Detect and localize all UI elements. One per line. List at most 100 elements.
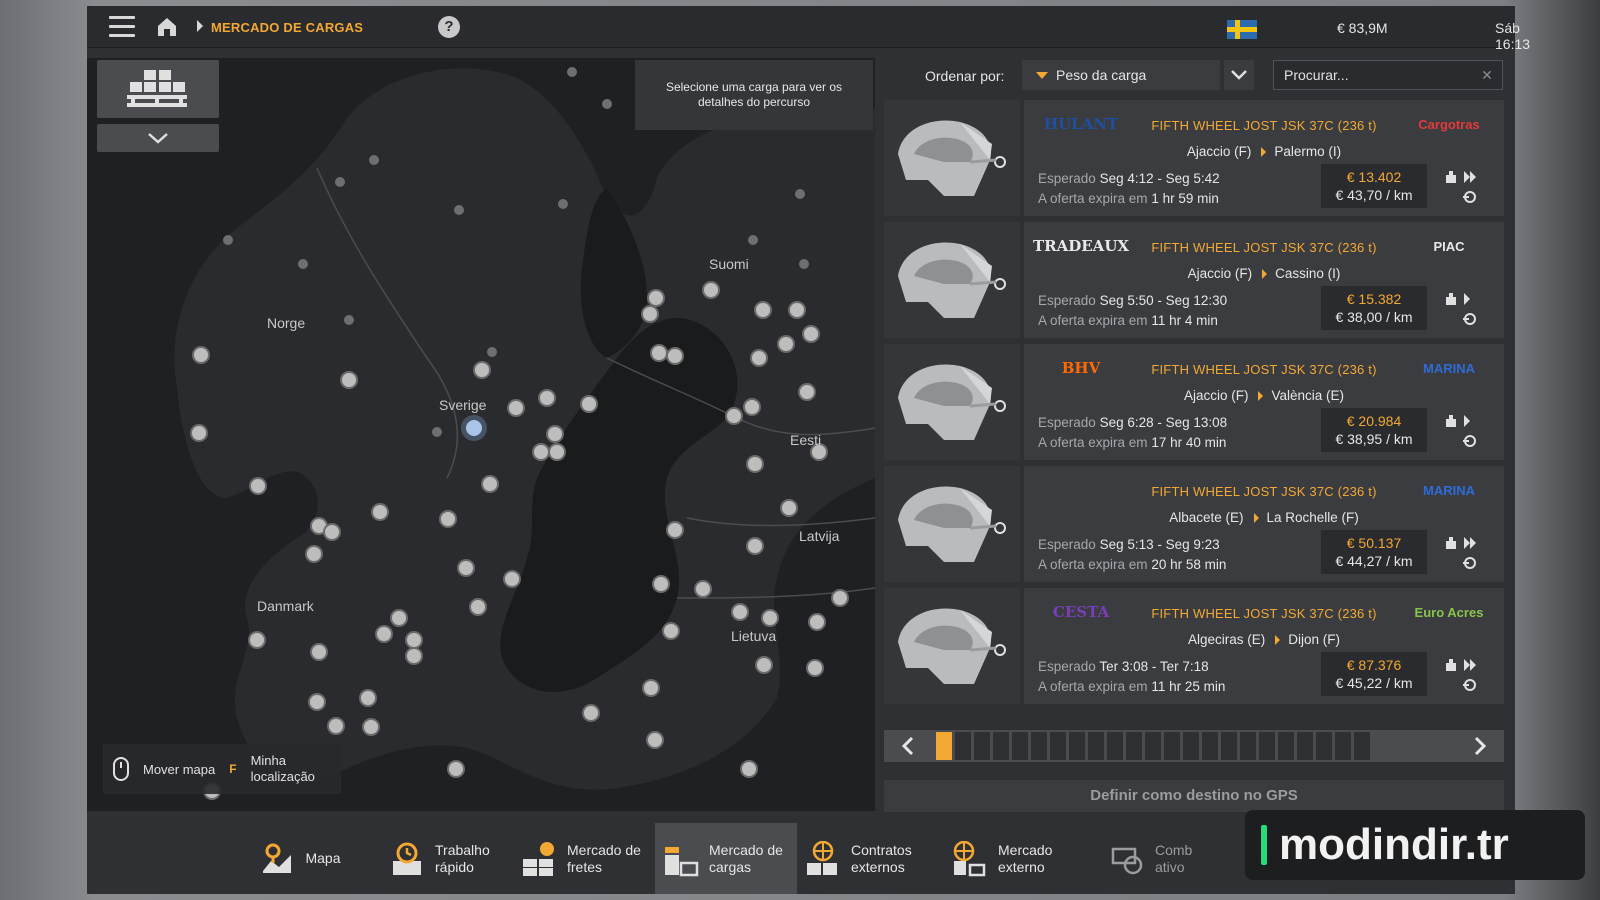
watermark: modindir.tr bbox=[1245, 810, 1585, 880]
expire-value: 20 hr 58 min bbox=[1151, 557, 1227, 572]
expire-label: A oferta expira em bbox=[1038, 557, 1148, 572]
nav-external-market[interactable]: Mercado externo bbox=[939, 823, 1081, 894]
cargo-name: FIFTH WHEEL JOST JSK 37C (236 t) bbox=[1151, 484, 1377, 499]
urgency-arrow-icon bbox=[1464, 293, 1470, 305]
sort-dropdown-button[interactable] bbox=[1224, 60, 1254, 90]
price-per-km: € 43,70 / km bbox=[1335, 187, 1413, 203]
job-row[interactable]: TRADEAUX PIAC FIFTH WHEEL JOST JSK 37C (… bbox=[884, 222, 1504, 338]
urgency-arrow-icon bbox=[1464, 537, 1476, 549]
sort-select[interactable]: Peso da carga bbox=[1022, 60, 1220, 90]
freight-market-icon bbox=[523, 841, 554, 876]
map-canvas[interactable] bbox=[87, 58, 875, 811]
money-balance: € 83,9M bbox=[1337, 20, 1388, 36]
route: Ajaccio (F) Cassino (I) bbox=[1024, 266, 1504, 281]
menu-icon[interactable] bbox=[109, 16, 135, 38]
route-from: Ajaccio (F) bbox=[1187, 266, 1253, 281]
route: Albacete (E) La Rochelle (F) bbox=[1024, 510, 1504, 525]
page-indicator[interactable] bbox=[1278, 732, 1294, 760]
page-indicator[interactable] bbox=[1221, 732, 1237, 760]
help-button[interactable]: ? bbox=[438, 16, 460, 38]
chevron-down-icon bbox=[1231, 70, 1247, 80]
page-indicator[interactable] bbox=[955, 732, 971, 760]
page-indicator[interactable] bbox=[1316, 732, 1332, 760]
nav-label: Contratos externos bbox=[851, 841, 912, 875]
page-indicator[interactable] bbox=[1145, 732, 1161, 760]
map-hint-bar: Mover mapa F Minha localização bbox=[103, 744, 341, 794]
nav-cargo-market[interactable]: Mercado de cargas bbox=[655, 823, 797, 894]
breadcrumb-separator-icon bbox=[197, 20, 203, 32]
external-market-icon bbox=[953, 840, 986, 876]
page-indicator[interactable] bbox=[1164, 732, 1180, 760]
fifth-wheel-icon bbox=[898, 242, 1006, 318]
route-to: Cassino (I) bbox=[1275, 266, 1341, 281]
search-input[interactable] bbox=[1273, 60, 1503, 90]
route-to: Dijon (F) bbox=[1288, 632, 1341, 647]
set-gps-destination-button[interactable]: Definir como destino no GPS bbox=[884, 780, 1504, 812]
page-indicator[interactable] bbox=[1126, 732, 1142, 760]
country-label: Latvija bbox=[799, 528, 840, 544]
job-row[interactable]: MARINA FIFTH WHEEL JOST JSK 37C (236 t) … bbox=[884, 466, 1504, 582]
page-indicator[interactable] bbox=[993, 732, 1009, 760]
page-indicator[interactable] bbox=[1107, 732, 1123, 760]
job-row[interactable]: CESTA Euro Acres FIFTH WHEEL JOST JSK 37… bbox=[884, 588, 1504, 704]
map-layer-button[interactable] bbox=[97, 60, 219, 118]
nav-map[interactable]: Mapa bbox=[229, 823, 371, 894]
page-indicator[interactable] bbox=[1012, 732, 1028, 760]
hint-key: F bbox=[229, 762, 237, 776]
page-indicator[interactable] bbox=[1259, 732, 1275, 760]
map-icon bbox=[263, 843, 292, 873]
expected-value: Seg 4:12 - Seg 5:42 bbox=[1099, 171, 1220, 186]
page-indicator[interactable] bbox=[1202, 732, 1218, 760]
offer-expiry: A oferta expira em 17 hr 40 min bbox=[1038, 435, 1226, 450]
cargo-thumbnail bbox=[884, 466, 1020, 582]
nav-quick-job[interactable]: Trabalho rápido bbox=[371, 823, 513, 894]
expected-time: Esperado Seg 5:50 - Seg 12:30 bbox=[1038, 293, 1227, 308]
price-box: € 87.376 € 45,22 / km bbox=[1321, 652, 1427, 696]
price-box: € 13.402 € 43,70 / km bbox=[1321, 164, 1427, 208]
offer-expiry: A oferta expira em 20 hr 58 min bbox=[1038, 557, 1226, 572]
urgency-arrow-icon bbox=[1464, 171, 1476, 183]
page-indicator[interactable] bbox=[1297, 732, 1313, 760]
price-box: € 15.382 € 38,00 / km bbox=[1321, 286, 1427, 330]
fifth-wheel-icon bbox=[898, 486, 1006, 562]
job-row[interactable]: BHV MARINA FIFTH WHEEL JOST JSK 37C (236… bbox=[884, 344, 1504, 460]
page-indicator[interactable] bbox=[1240, 732, 1256, 760]
route-arrow-icon bbox=[1275, 635, 1281, 646]
page-indicator[interactable] bbox=[1088, 732, 1104, 760]
nav-combined[interactable]: Comb ativo bbox=[1081, 823, 1223, 894]
nav-label: Mercado de cargas bbox=[709, 841, 783, 875]
offer-expiry: A oferta expira em 1 hr 59 min bbox=[1038, 191, 1219, 206]
hint-my-location[interactable]: Minha localização bbox=[251, 753, 331, 785]
page-indicator[interactable] bbox=[1031, 732, 1047, 760]
nav-freight-market[interactable]: Mercado de fretes bbox=[513, 823, 655, 894]
player-position-icon bbox=[461, 415, 487, 441]
map-tooltip: Selecione uma carga para ver os detalhes… bbox=[635, 60, 873, 130]
page-indicator[interactable] bbox=[974, 732, 990, 760]
route-to: La Rochelle (F) bbox=[1266, 510, 1359, 525]
close-icon[interactable]: ✕ bbox=[1480, 68, 1494, 82]
cargo-weight-icon bbox=[1446, 537, 1456, 549]
nav-external-contracts[interactable]: Contratos externos bbox=[797, 823, 939, 894]
sort-direction-icon[interactable] bbox=[1036, 72, 1048, 79]
job-row[interactable]: HULANT Cargotras FIFTH WHEEL JOST JSK 37… bbox=[884, 100, 1504, 216]
country-label: Norge bbox=[267, 315, 306, 331]
price-per-km: € 38,95 / km bbox=[1335, 431, 1413, 447]
expected-label: Esperado bbox=[1038, 659, 1096, 674]
page-indicator[interactable] bbox=[1050, 732, 1066, 760]
page-indicator[interactable] bbox=[1183, 732, 1199, 760]
map-layer-dropdown[interactable] bbox=[97, 124, 219, 152]
world-map[interactable]: Selecione uma carga para ver os detalhes… bbox=[87, 58, 875, 811]
next-page-button[interactable] bbox=[1456, 730, 1504, 762]
route: Algeciras (E) Dijon (F) bbox=[1024, 632, 1504, 647]
urgency-arrow-icon bbox=[1464, 659, 1476, 671]
page-indicator[interactable] bbox=[936, 732, 952, 760]
page-indicator[interactable] bbox=[1335, 732, 1351, 760]
job-list: HULANT Cargotras FIFTH WHEEL JOST JSK 37… bbox=[884, 100, 1504, 710]
price: € 20.984 bbox=[1346, 413, 1402, 429]
home-icon[interactable] bbox=[155, 15, 179, 39]
previous-page-button[interactable] bbox=[884, 730, 932, 762]
expire-value: 11 hr 25 min bbox=[1151, 679, 1226, 694]
page-indicator[interactable] bbox=[1354, 732, 1370, 760]
page-indicator[interactable] bbox=[1069, 732, 1085, 760]
